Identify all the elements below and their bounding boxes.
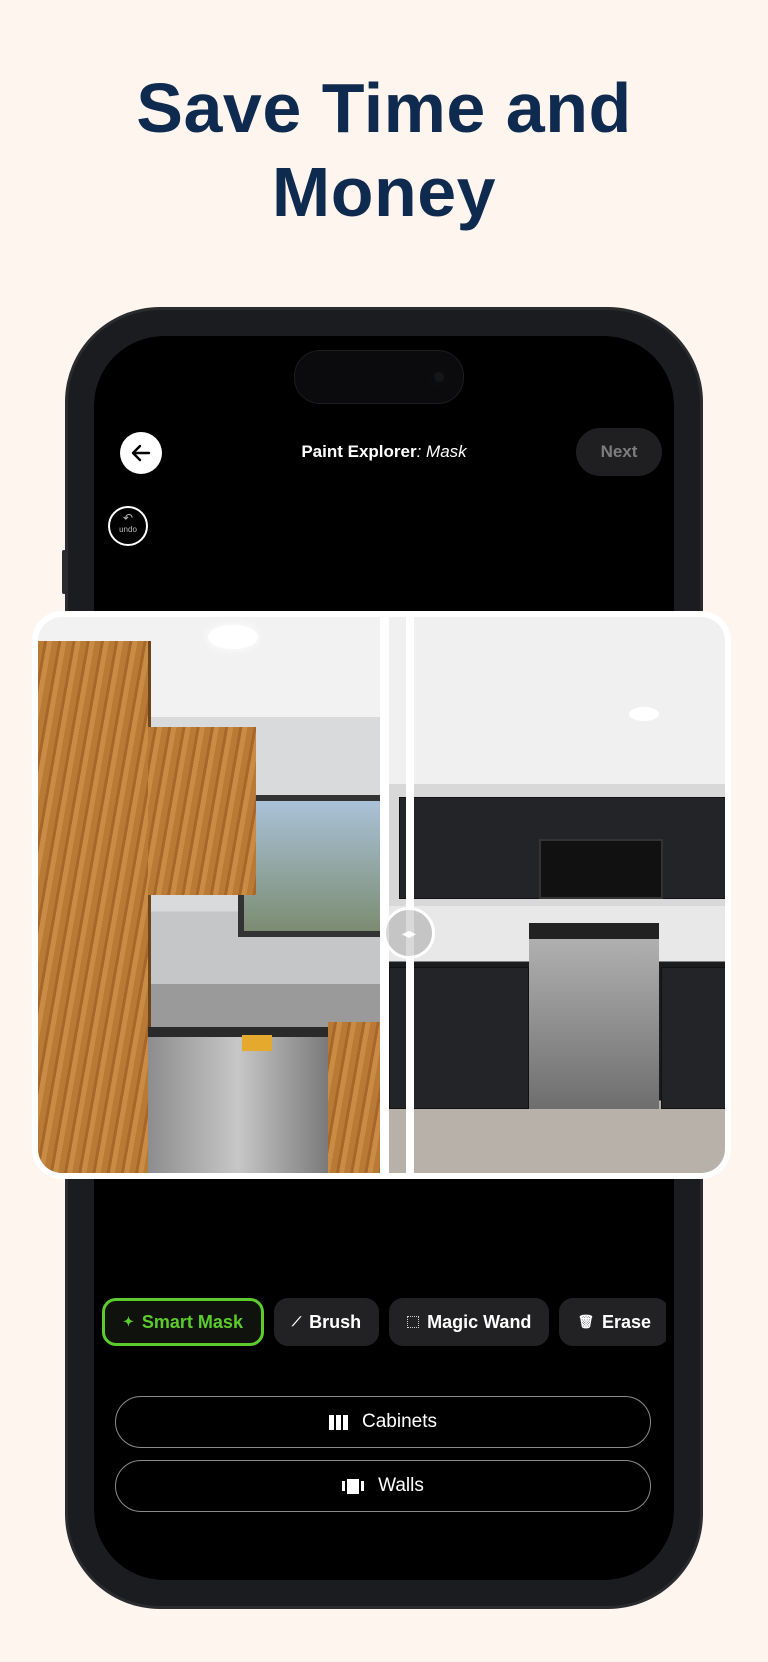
mode-label: : Mask bbox=[416, 442, 467, 461]
headline-line-1: Save Time and bbox=[136, 69, 632, 147]
tool-chips: ✦ Smart Mask ⟋ Brush Magic Wand 🗑 Erase bbox=[102, 1298, 666, 1350]
after-image bbox=[389, 617, 725, 1173]
next-button[interactable]: Next bbox=[576, 428, 662, 476]
category-walls[interactable]: Walls bbox=[115, 1460, 651, 1512]
drag-arrows-icon: ◂▸ bbox=[401, 924, 417, 941]
side-button bbox=[62, 550, 66, 594]
tool-label: Brush bbox=[309, 1311, 362, 1332]
tool-smart-mask[interactable]: ✦ Smart Mask bbox=[102, 1298, 264, 1346]
headline-line-2: Money bbox=[271, 153, 497, 231]
cabinets-icon bbox=[329, 1414, 348, 1430]
undo-icon: ↶ bbox=[122, 511, 134, 525]
sparkle-icon: ✦ bbox=[123, 1314, 134, 1329]
category-label: Cabinets bbox=[362, 1411, 437, 1432]
dynamic-island bbox=[294, 350, 464, 404]
divider-line bbox=[406, 617, 414, 1173]
tool-label: Smart Mask bbox=[141, 1311, 243, 1332]
category-label: Walls bbox=[378, 1475, 424, 1496]
selection-icon bbox=[407, 1316, 420, 1328]
tool-label: Magic Wand bbox=[427, 1311, 532, 1332]
undo-button[interactable]: ↶ undo bbox=[108, 506, 148, 546]
comparison-slider-handle[interactable]: ◂▸ bbox=[383, 907, 435, 959]
category-cabinets[interactable]: Cabinets bbox=[115, 1396, 651, 1448]
trash-icon: 🗑 bbox=[577, 1314, 594, 1329]
before-image bbox=[38, 617, 380, 1173]
undo-label: undo bbox=[119, 525, 137, 534]
brush-icon: ⟋ bbox=[291, 1314, 302, 1329]
app-title: Paint Explorer bbox=[301, 442, 417, 461]
headline: Save Time and Money bbox=[0, 66, 768, 234]
tool-erase[interactable]: 🗑 Erase bbox=[559, 1298, 666, 1346]
tool-brush[interactable]: ⟋ Brush bbox=[273, 1298, 380, 1346]
walls-icon bbox=[342, 1478, 365, 1494]
tool-magic-wand[interactable]: Magic Wand bbox=[389, 1298, 550, 1346]
camera-icon bbox=[429, 367, 449, 387]
before-after-comparison[interactable]: ◂▸ bbox=[32, 611, 731, 1179]
tool-label: Erase bbox=[601, 1311, 651, 1332]
